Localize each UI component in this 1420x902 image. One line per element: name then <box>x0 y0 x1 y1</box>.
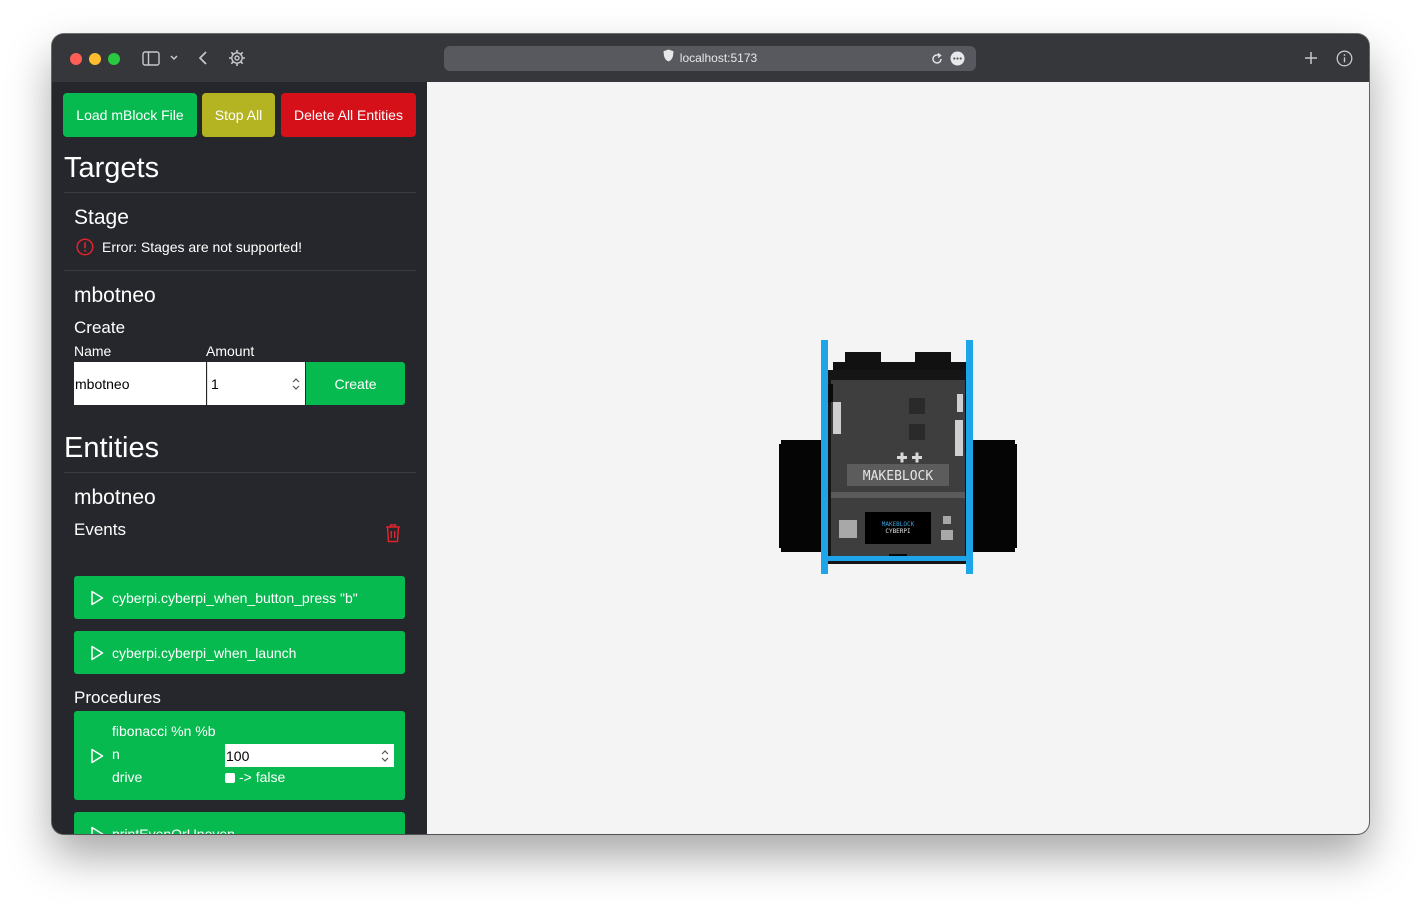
entities-heading: Entities <box>64 432 160 464</box>
trash-icon[interactable] <box>384 523 402 543</box>
param-n-value: 100 <box>226 747 250 764</box>
procedure-item[interactable]: printEvenOrUneven <box>74 812 405 834</box>
drive-checkbox[interactable] <box>225 773 235 783</box>
play-icon[interactable] <box>90 748 104 764</box>
browser-titlebar: localhost:5173 <box>52 34 1369 82</box>
sprite-screen-text-1: MAKEBLOCK <box>882 521 915 528</box>
divider <box>64 472 416 473</box>
create-heading: Create <box>74 318 126 337</box>
stage-title: Stage <box>74 206 129 229</box>
play-icon[interactable] <box>90 645 104 661</box>
gear-icon[interactable] <box>226 46 248 70</box>
address-bar[interactable]: localhost:5173 <box>444 46 976 71</box>
load-mblock-button[interactable]: Load mBlock File <box>63 93 197 137</box>
url-text: localhost:5173 <box>679 51 758 65</box>
sidebar-panel: Load mBlock File Stop All Delete All Ent… <box>52 82 427 834</box>
error-circle-icon <box>76 238 94 256</box>
amount-input-value: 1 <box>211 375 219 392</box>
stage-viewport[interactable]: MAKEBLOCK MAKEBLOCK CYBERPI <box>427 82 1369 834</box>
play-icon[interactable] <box>90 826 104 834</box>
drive-value-text: -> false <box>239 769 286 785</box>
minimize-window-button[interactable] <box>89 53 101 65</box>
amount-input[interactable]: 1 <box>207 362 305 405</box>
param-n-label: n <box>112 746 120 762</box>
sprite-screen-text-2: CYBERPI <box>885 528 911 535</box>
sprite-title: mbotneo <box>74 284 156 307</box>
procedure-name: fibonacci %n %b <box>112 723 216 739</box>
create-button[interactable]: Create <box>306 362 405 405</box>
name-input[interactable]: mbotneo <box>74 362 206 405</box>
address-bar-content: localhost:5173 <box>444 46 976 71</box>
stage-error-text: Error: Stages are not supported! <box>102 239 302 255</box>
sprite-brand-text: MAKEBLOCK <box>863 469 934 484</box>
stepper-icon[interactable] <box>381 749 389 763</box>
amount-label: Amount <box>206 343 255 359</box>
close-window-button[interactable] <box>70 53 82 65</box>
browser-window: localhost:5173 Load mBlock File Stop All… <box>52 34 1369 834</box>
procedure-item: fibonacci %n %b n 100 drive -> false <box>74 711 405 800</box>
name-label: Name <box>74 343 112 359</box>
zoom-window-button[interactable] <box>108 53 120 65</box>
param-n-input[interactable]: 100 <box>225 744 394 767</box>
param-drive-label: drive <box>112 769 143 785</box>
event-item[interactable]: cyberpi.cyberpi_when_button_press "b" <box>74 576 405 619</box>
play-icon[interactable] <box>90 590 104 606</box>
delete-all-entities-button[interactable]: Delete All Entities <box>281 93 416 137</box>
event-label: cyberpi.cyberpi_when_button_press "b" <box>112 589 358 606</box>
event-item[interactable]: cyberpi.cyberpi_when_launch <box>74 631 405 674</box>
shield-icon <box>663 46 674 71</box>
info-icon[interactable] <box>1334 46 1354 70</box>
more-icon[interactable] <box>950 50 966 67</box>
sidebar-toggle-icon[interactable] <box>140 46 162 70</box>
name-input-value: mbotneo <box>75 375 130 392</box>
stepper-icon[interactable] <box>292 377 300 391</box>
entity-title: mbotneo <box>74 486 156 509</box>
events-heading: Events <box>74 520 126 539</box>
reload-icon[interactable] <box>930 50 946 67</box>
chevron-down-icon[interactable] <box>166 46 182 70</box>
procedure-label: printEvenOrUneven <box>112 825 235 835</box>
targets-heading: Targets <box>64 152 160 184</box>
back-arrow-icon[interactable] <box>194 46 212 70</box>
procedures-heading: Procedures <box>74 688 161 707</box>
divider <box>64 192 416 193</box>
divider <box>64 270 416 271</box>
stop-all-button[interactable]: Stop All <box>202 93 275 137</box>
plus-icon[interactable] <box>1301 46 1321 70</box>
mbotneo-sprite[interactable]: MAKEBLOCK MAKEBLOCK CYBERPI <box>779 340 1017 576</box>
event-label: cyberpi.cyberpi_when_launch <box>112 644 297 661</box>
